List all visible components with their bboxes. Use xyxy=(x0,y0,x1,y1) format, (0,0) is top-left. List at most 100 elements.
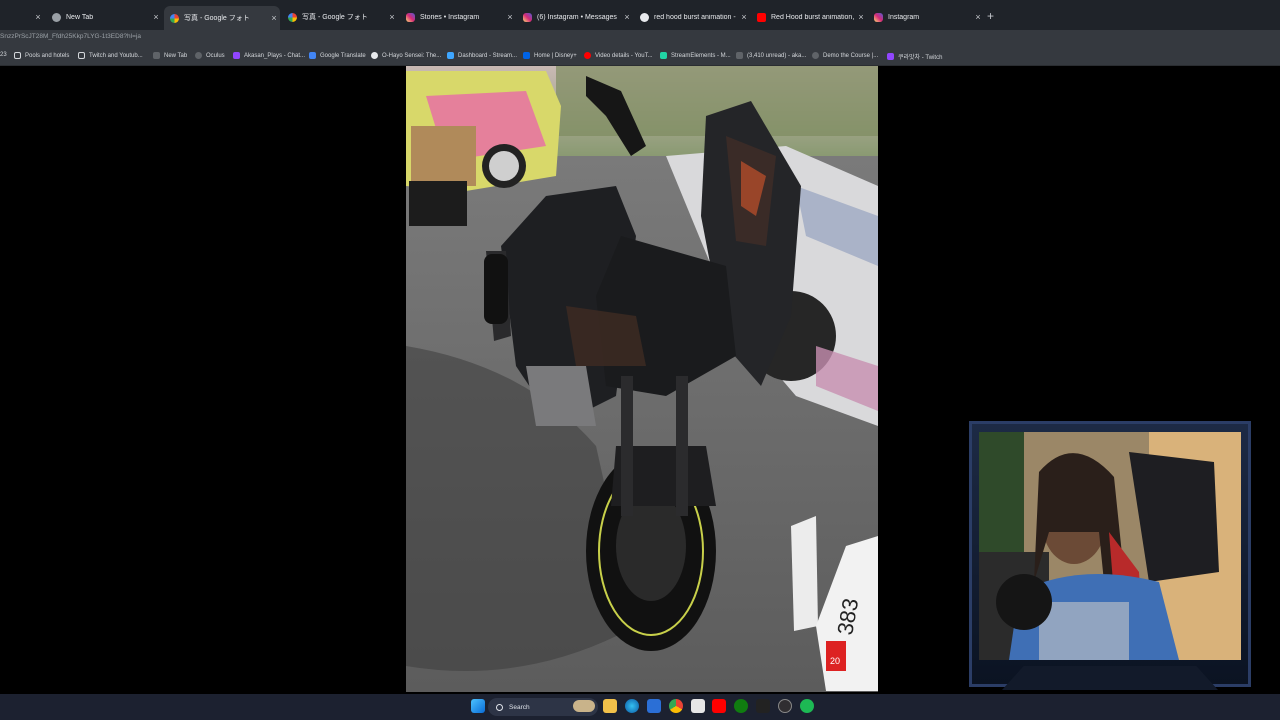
motorcycle-photo: 383 20 xyxy=(406,66,878,692)
close-icon[interactable]: × xyxy=(855,12,867,22)
tab-title: (6) Instagram • Messages xyxy=(537,13,617,21)
address-bar[interactable]: SnzzPrScJT28M_Ffdh25Kkp7LYG-1t3ED8?hl=ja xyxy=(0,30,1280,46)
bookmark-item[interactable]: Video details - YouT... xyxy=(584,52,653,59)
bookmark-label: Pools and hotels xyxy=(25,52,70,59)
bookmark-item[interactable]: New Tab xyxy=(153,52,187,59)
close-icon[interactable]: × xyxy=(268,13,280,23)
bookmark-item[interactable]: Akasan_Plays - Chat... xyxy=(233,52,305,59)
windows-taskbar: Search xyxy=(0,694,1280,720)
browser-tab-7[interactable]: red hood burst animation - Go × xyxy=(634,7,750,27)
browser-tab-4[interactable]: 写真 - Google フォト × xyxy=(282,7,398,27)
bookmark-label: 23 xyxy=(0,52,7,58)
google-icon xyxy=(640,12,649,22)
course-icon xyxy=(812,52,819,59)
close-icon[interactable]: × xyxy=(972,12,984,22)
obs-icon[interactable] xyxy=(778,699,792,713)
bookmark-label: Dashboard - Stream... xyxy=(458,52,518,59)
instagram-icon xyxy=(406,12,415,22)
tab-title: red hood burst animation - Go xyxy=(654,13,738,21)
bookmark-item[interactable]: Home | Disney+ xyxy=(523,52,577,59)
folder-icon xyxy=(78,52,85,59)
twitch-icon xyxy=(887,53,894,60)
close-icon[interactable]: × xyxy=(386,12,398,22)
bookmark-item[interactable]: Oculus xyxy=(195,52,225,59)
instagram-icon xyxy=(523,12,532,22)
bookmark-item[interactable]: Pools and hotels xyxy=(14,52,69,59)
webcam-feed xyxy=(979,432,1241,660)
instagram-icon xyxy=(874,12,883,22)
bookmark-item[interactable]: 23 xyxy=(0,52,7,58)
browser-tab-6[interactable]: (6) Instagram • Messages × xyxy=(517,7,633,27)
photo-viewer[interactable]: 383 20 xyxy=(406,66,878,692)
browser-tab-3[interactable]: 写真 - Google フォト × xyxy=(164,6,280,30)
tab-title: 写真 - Google フォト xyxy=(302,14,368,21)
mail-icon xyxy=(736,52,743,59)
browser-tab-8[interactable]: Red Hood burst animation, Nik × xyxy=(751,7,867,27)
streamelements-icon xyxy=(660,52,667,59)
spotify-icon[interactable] xyxy=(800,699,814,713)
youtube-icon xyxy=(757,12,766,22)
sign-small-number: 20 xyxy=(830,656,840,666)
bookmark-label: Twitch and Youtub... xyxy=(89,52,143,59)
bookmark-item[interactable]: 쿠라맛차 - Twitch xyxy=(887,52,942,61)
bookmark-item[interactable]: Dashboard - Stream... xyxy=(447,52,517,59)
bookmark-label: (3,410 unread) - aka... xyxy=(747,52,807,59)
google-photos-icon xyxy=(288,12,297,22)
search-label: Search xyxy=(509,703,530,711)
bookmark-label: Google Translate xyxy=(320,52,366,59)
url-text[interactable]: SnzzPrScJT28M_Ffdh25Kkp7LYG-1t3ED8?hl=ja xyxy=(0,33,141,40)
bookmark-label: New Tab xyxy=(164,52,188,59)
bookmark-label: Akasan_Plays - Chat... xyxy=(244,52,306,59)
new-tab-button[interactable]: + xyxy=(987,9,994,23)
bookmark-label: O-Hayo Sensei: The... xyxy=(382,52,442,59)
bookmark-item[interactable]: (3,410 unread) - aka... xyxy=(736,52,806,59)
bookmark-label: StreamElements - M... xyxy=(671,52,731,59)
bookmark-label: 쿠라맛차 - Twitch xyxy=(898,55,943,61)
bookmark-item[interactable]: Google Translate xyxy=(309,52,366,59)
dashboard-icon xyxy=(447,52,454,59)
close-icon[interactable]: × xyxy=(738,12,750,22)
close-icon[interactable]: × xyxy=(150,12,162,22)
calendar-icon[interactable] xyxy=(691,699,705,713)
chrome-icon[interactable] xyxy=(669,699,683,713)
streamer-video xyxy=(979,432,1241,660)
close-icon[interactable]: × xyxy=(621,12,633,22)
webcam-frame-base xyxy=(1002,666,1218,690)
tab-title: 写真 - Google フォト xyxy=(184,15,250,22)
close-icon[interactable]: × xyxy=(504,12,516,22)
store-icon[interactable] xyxy=(647,699,661,713)
streamdeck-icon[interactable] xyxy=(756,699,770,713)
google-photos-icon xyxy=(170,13,179,23)
edge-icon[interactable] xyxy=(625,699,639,713)
bookmark-label: Oculus xyxy=(206,52,225,59)
bookmarks-bar: 23 Pools and hotels Twitch and Youtub...… xyxy=(0,46,1280,66)
globe-icon xyxy=(52,12,61,22)
youtube-icon[interactable] xyxy=(712,699,726,713)
xbox-icon[interactable] xyxy=(734,699,748,713)
tab-title: Stories • Instagram xyxy=(420,13,480,21)
file-explorer-icon[interactable] xyxy=(603,699,617,713)
disney-icon xyxy=(523,52,530,59)
bookmark-item[interactable]: Twitch and Youtub... xyxy=(78,52,143,59)
youtube-icon xyxy=(584,52,591,59)
tab-title: Red Hood burst animation, Nik xyxy=(771,13,855,21)
bookmark-label: Video details - YouT... xyxy=(595,52,653,59)
browser-tab-5[interactable]: Stories • Instagram × xyxy=(400,7,516,27)
chat-icon xyxy=(233,52,240,59)
bookmark-item[interactable]: Demo the Course |... xyxy=(812,52,878,59)
bookmark-item[interactable]: O-Hayo Sensei: The... xyxy=(371,52,441,59)
webcam-frame xyxy=(969,421,1251,690)
bookmark-label: Home | Disney+ xyxy=(534,52,577,59)
browser-tab-1[interactable]: × xyxy=(0,7,44,27)
globe-icon xyxy=(153,52,160,59)
windows-start-icon[interactable] xyxy=(471,699,485,713)
close-icon[interactable]: × xyxy=(32,12,44,22)
oculus-icon xyxy=(195,52,202,59)
bookmark-item[interactable]: StreamElements - M... xyxy=(660,52,731,59)
browser-tab-2[interactable]: New Tab × xyxy=(46,7,162,27)
browser-tab-9[interactable]: Instagram × xyxy=(868,7,984,27)
search-icon xyxy=(496,703,503,711)
site-icon xyxy=(371,52,378,59)
widget-icon[interactable] xyxy=(573,700,595,712)
folder-icon xyxy=(14,52,21,59)
